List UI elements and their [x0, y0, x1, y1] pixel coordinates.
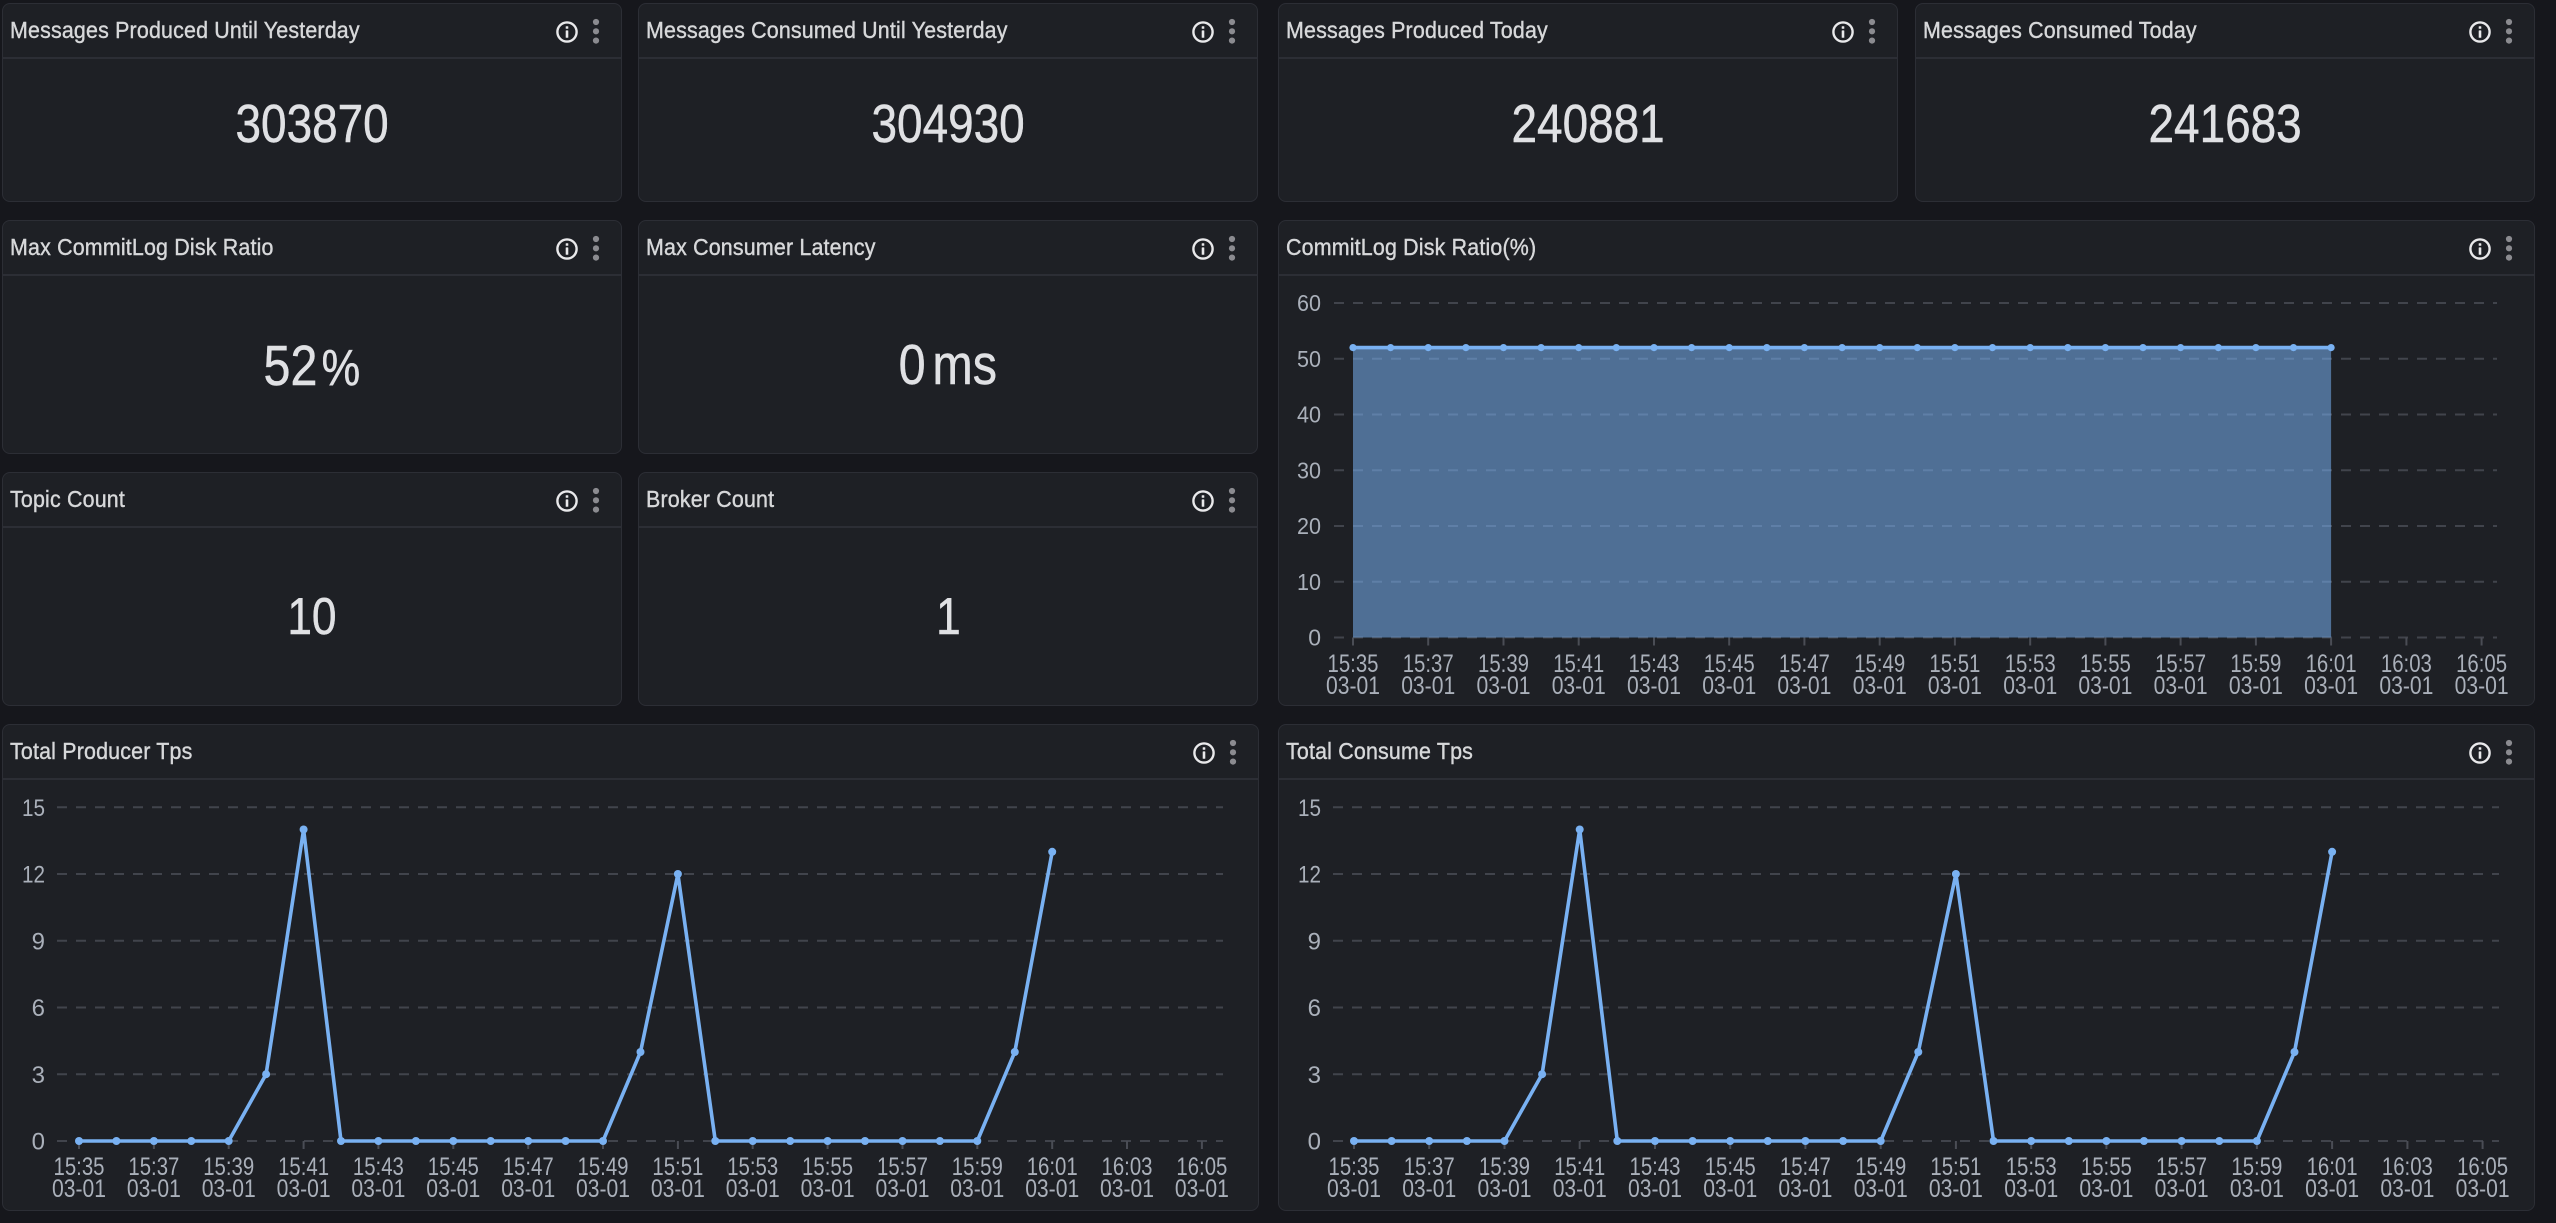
svg-text:3: 3 — [1308, 1062, 1321, 1089]
svg-text:03-01: 03-01 — [2078, 672, 2132, 700]
svg-text:03-01: 03-01 — [576, 1175, 630, 1203]
svg-text:03-01: 03-01 — [1175, 1175, 1229, 1203]
svg-text:20: 20 — [1297, 513, 1321, 539]
svg-text:03-01: 03-01 — [1327, 1175, 1381, 1203]
svg-text:03-01: 03-01 — [876, 1175, 930, 1203]
svg-text:03-01: 03-01 — [1326, 672, 1380, 700]
svg-text:03-01: 03-01 — [501, 1175, 555, 1203]
svg-text:03-01: 03-01 — [1777, 672, 1831, 700]
svg-text:03-01: 03-01 — [1702, 672, 1756, 700]
svg-text:03-01: 03-01 — [2305, 1175, 2359, 1203]
svg-text:3: 3 — [32, 1062, 45, 1089]
svg-text:03-01: 03-01 — [426, 1175, 480, 1203]
svg-text:03-01: 03-01 — [2304, 672, 2358, 700]
svg-text:0: 0 — [32, 1129, 45, 1156]
svg-text:03-01: 03-01 — [127, 1175, 181, 1203]
svg-text:15: 15 — [1298, 795, 1321, 822]
svg-text:03-01: 03-01 — [1025, 1175, 1079, 1203]
svg-text:10: 10 — [1297, 569, 1321, 595]
svg-text:03-01: 03-01 — [1553, 1175, 1607, 1203]
svg-text:12: 12 — [22, 862, 45, 889]
svg-text:0: 0 — [1308, 625, 1321, 651]
svg-text:30: 30 — [1297, 457, 1321, 483]
svg-text:03-01: 03-01 — [651, 1175, 705, 1203]
svg-text:9: 9 — [1308, 928, 1321, 955]
svg-text:03-01: 03-01 — [2154, 672, 2208, 700]
svg-text:03-01: 03-01 — [277, 1175, 331, 1203]
svg-text:03-01: 03-01 — [1402, 1175, 1456, 1203]
svg-text:6: 6 — [1308, 995, 1321, 1022]
svg-text:03-01: 03-01 — [1778, 1175, 1832, 1203]
svg-text:9: 9 — [32, 928, 45, 955]
svg-text:03-01: 03-01 — [202, 1175, 256, 1203]
svg-text:03-01: 03-01 — [1552, 672, 1606, 700]
svg-text:03-01: 03-01 — [2229, 672, 2283, 700]
svg-text:03-01: 03-01 — [1853, 672, 1907, 700]
svg-text:03-01: 03-01 — [2380, 1175, 2434, 1203]
svg-text:03-01: 03-01 — [1929, 1175, 1983, 1203]
svg-text:03-01: 03-01 — [2079, 1175, 2133, 1203]
svg-text:03-01: 03-01 — [2230, 1175, 2284, 1203]
svg-text:03-01: 03-01 — [2455, 672, 2509, 700]
svg-text:03-01: 03-01 — [52, 1175, 106, 1203]
svg-text:03-01: 03-01 — [950, 1175, 1004, 1203]
svg-text:03-01: 03-01 — [1478, 1175, 1532, 1203]
svg-text:03-01: 03-01 — [1928, 672, 1982, 700]
svg-text:0: 0 — [1308, 1129, 1321, 1156]
svg-text:03-01: 03-01 — [2155, 1175, 2209, 1203]
svg-text:6: 6 — [32, 995, 45, 1022]
svg-text:03-01: 03-01 — [2004, 1175, 2058, 1203]
svg-text:60: 60 — [1297, 290, 1321, 316]
svg-text:15: 15 — [22, 795, 45, 822]
svg-text:03-01: 03-01 — [2379, 672, 2433, 700]
svg-text:50: 50 — [1297, 346, 1321, 372]
svg-text:40: 40 — [1297, 402, 1321, 428]
svg-text:03-01: 03-01 — [351, 1175, 405, 1203]
svg-text:03-01: 03-01 — [2003, 672, 2057, 700]
svg-text:03-01: 03-01 — [1477, 672, 1531, 700]
svg-text:03-01: 03-01 — [801, 1175, 855, 1203]
svg-text:03-01: 03-01 — [1627, 672, 1681, 700]
svg-text:12: 12 — [1298, 862, 1321, 889]
svg-text:03-01: 03-01 — [726, 1175, 780, 1203]
svg-text:03-01: 03-01 — [1854, 1175, 1908, 1203]
svg-text:03-01: 03-01 — [1401, 672, 1455, 700]
svg-text:03-01: 03-01 — [2456, 1175, 2510, 1203]
svg-text:03-01: 03-01 — [1703, 1175, 1757, 1203]
svg-text:03-01: 03-01 — [1100, 1175, 1154, 1203]
svg-text:03-01: 03-01 — [1628, 1175, 1682, 1203]
